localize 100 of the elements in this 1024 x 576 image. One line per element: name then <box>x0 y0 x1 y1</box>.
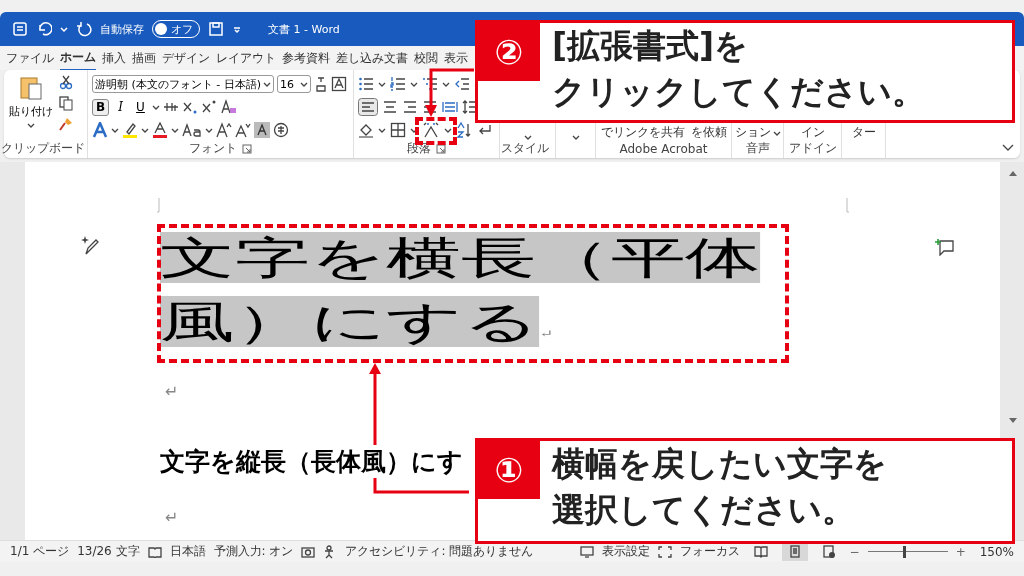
ribbon-tab[interactable]: 差し込み文書 <box>336 46 408 70</box>
ribbon-tab[interactable]: 参考資料 <box>282 46 330 70</box>
enclosed-circle-icon[interactable] <box>273 122 289 138</box>
align-left-icon[interactable] <box>358 98 378 116</box>
print-layout-icon <box>787 545 802 558</box>
bullet-list-icon[interactable] <box>358 76 374 92</box>
ribbon-tab[interactable]: 描画 <box>132 46 156 70</box>
justify-icon[interactable] <box>422 99 438 115</box>
group-label: フォント <box>189 140 237 157</box>
zoom-level[interactable]: 150% <box>979 544 1014 559</box>
redo-icon[interactable] <box>76 21 92 37</box>
step-badge: ② <box>478 23 540 81</box>
caret-icon[interactable] <box>378 80 386 88</box>
caret-icon[interactable] <box>232 24 242 34</box>
underline-button[interactable]: U <box>132 98 149 116</box>
scroll-up-icon[interactable] <box>1009 170 1017 176</box>
sort-icon[interactable] <box>456 122 472 138</box>
ribbon-tab[interactable]: ファイル <box>6 46 54 70</box>
step-badge: ① <box>478 441 540 499</box>
shading-bucket-icon[interactable] <box>358 122 374 138</box>
focus-icon[interactable] <box>657 545 672 558</box>
numbered-list-icon[interactable] <box>390 76 406 92</box>
text-prediction[interactable]: 予測入力: オン <box>213 543 294 560</box>
extended-format-icon[interactable] <box>422 122 440 138</box>
caret-icon[interactable] <box>442 80 450 88</box>
accessibility-status[interactable]: アクセシビリティ: 問題ありません <box>345 543 534 560</box>
paste-button[interactable]: 貼り付け <box>8 74 54 141</box>
zoom-in-button[interactable]: + <box>955 544 966 559</box>
launcher-icon[interactable] <box>436 143 446 154</box>
caret-icon[interactable] <box>410 126 418 134</box>
bold-button[interactable]: B <box>92 98 109 116</box>
instruction-text: 選択してください。 <box>552 489 856 531</box>
book-icon[interactable] <box>147 545 162 558</box>
button-label[interactable]: イン <box>800 124 825 141</box>
camera-icon[interactable] <box>301 545 316 558</box>
group-label: アドイン <box>788 140 837 157</box>
web-layout-icon <box>821 545 836 558</box>
decrease-indent-icon[interactable] <box>454 76 470 92</box>
clear-formatting-icon[interactable] <box>220 99 238 115</box>
read-mode-icon <box>753 545 768 558</box>
ribbon-tab[interactable]: レイアウト <box>216 46 276 70</box>
word-count: 13/26 文字 <box>77 543 140 560</box>
phonetic-guide-icon[interactable] <box>314 76 329 92</box>
align-right-icon[interactable] <box>402 99 418 115</box>
font-name-field[interactable]: 游明朝 (本文のフォント - 日本語) <box>92 75 275 93</box>
display-settings-icon[interactable] <box>579 545 594 558</box>
focus-mode[interactable]: フォーカス <box>679 543 740 560</box>
text-effects-icon[interactable] <box>92 122 108 138</box>
button-label[interactable]: ション <box>734 124 781 141</box>
grow-font-icon[interactable] <box>216 122 232 138</box>
paragraph-mark: ↵ <box>165 508 179 527</box>
ribbon-tab[interactable]: 挿入 <box>102 46 126 70</box>
zoom-out-button[interactable]: − <box>849 544 860 559</box>
ribbon-tab[interactable]: デザイン <box>162 46 210 70</box>
caret-icon[interactable] <box>523 133 532 141</box>
group-label: Adobe Acrobat <box>619 141 708 156</box>
scissors-icon[interactable] <box>58 74 74 90</box>
caret-icon[interactable] <box>141 126 149 134</box>
italic-button[interactable]: I <box>112 98 129 116</box>
display-settings[interactable]: 表示設定 <box>601 543 650 560</box>
window-title: 文書 1 - Word <box>268 21 340 37</box>
align-center-icon[interactable] <box>382 99 398 115</box>
undo-icon[interactable] <box>36 21 52 37</box>
font-size-field[interactable]: 16 <box>277 75 312 93</box>
button-label[interactable]: でリンクを共有 <box>600 124 685 141</box>
enclosed-character-icon[interactable] <box>331 76 348 92</box>
scroll-down-icon[interactable] <box>1009 418 1017 424</box>
button-label[interactable]: ター <box>851 124 876 141</box>
body-text: 文字を縦長（長体風）にす <box>160 445 463 478</box>
superscript-icon[interactable] <box>201 99 217 115</box>
button-label[interactable]: を依頼 <box>690 124 727 141</box>
add-comment-icon[interactable] <box>935 238 955 256</box>
caret-icon[interactable] <box>205 126 213 134</box>
paintbrush-icon[interactable] <box>58 116 74 132</box>
multilevel-list-icon[interactable] <box>422 76 438 92</box>
character-shading-icon[interactable] <box>254 122 270 138</box>
borders-icon[interactable] <box>390 122 406 138</box>
ribbon-tab[interactable]: 表示 <box>444 46 468 70</box>
copy-icon[interactable] <box>58 95 74 111</box>
caret-icon[interactable] <box>60 25 68 33</box>
save-icon[interactable] <box>208 21 224 37</box>
caret-icon[interactable] <box>111 126 119 134</box>
change-case-icon[interactable] <box>182 122 202 138</box>
line-spacing-icon[interactable] <box>462 99 478 115</box>
slider-thumb[interactable] <box>902 545 906 558</box>
ribbon-tab[interactable]: 校閲 <box>414 46 438 70</box>
caret-icon[interactable] <box>444 126 452 134</box>
caret-icon[interactable] <box>571 133 580 141</box>
document-icon[interactable] <box>12 21 28 37</box>
caret-icon <box>263 80 272 88</box>
highlighter-icon[interactable] <box>122 122 138 138</box>
font-color-icon[interactable] <box>152 122 168 138</box>
collapse-chevron-icon[interactable] <box>1002 144 1014 152</box>
caret-icon[interactable] <box>152 103 160 111</box>
caret-icon[interactable] <box>171 126 179 134</box>
shrink-font-icon[interactable] <box>235 122 251 138</box>
language[interactable]: 日本語 <box>169 543 206 560</box>
launcher-icon[interactable] <box>242 143 252 154</box>
caret-icon[interactable] <box>410 80 418 88</box>
caret-icon[interactable] <box>378 126 386 134</box>
